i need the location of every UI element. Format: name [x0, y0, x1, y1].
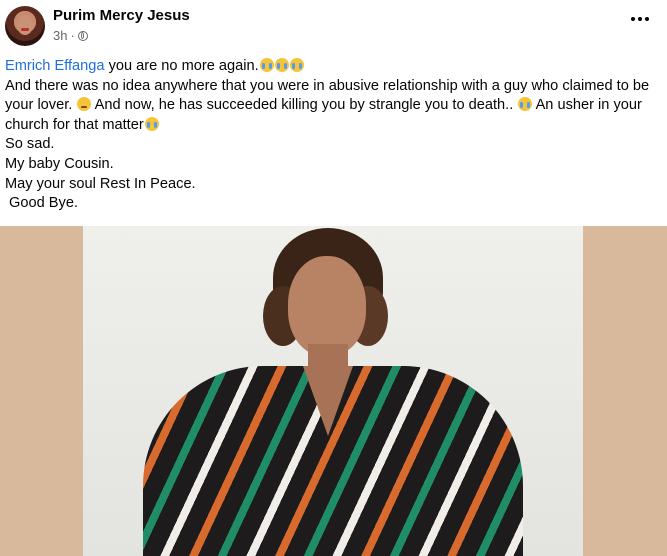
crying-face-emoji	[274, 58, 289, 72]
facebook-post: Purim Mercy Jesus 3h · Emrich Effanga yo…	[0, 0, 667, 556]
post-line-2: And there was no idea anywhere that you …	[5, 77, 660, 136]
post-photo-frame[interactable]	[0, 226, 667, 556]
crying-face-emoji	[518, 97, 533, 112]
avatar-face	[17, 15, 33, 35]
disappointed-face-emoji	[77, 97, 92, 112]
post-line-1: Emrich Effanga you are no more again.	[5, 57, 660, 77]
post-line-6: Good Bye.	[5, 195, 79, 212]
photo-face	[288, 256, 366, 356]
line1-text: you are no more again.	[104, 58, 259, 74]
post-line-5: May your soul Rest In Peace.	[5, 175, 196, 192]
meta-separator: ·	[70, 28, 75, 43]
globe-icon[interactable]	[77, 30, 88, 41]
post-line-3: So sad.	[5, 136, 55, 153]
post-line-4: My baby Cousin.	[5, 155, 114, 172]
crying-face-emoji	[259, 58, 274, 72]
post-time[interactable]: 3h	[53, 28, 67, 43]
post-text: Emrich Effanga you are no more again. An…	[5, 57, 660, 214]
post-header: Purim Mercy Jesus 3h ·	[0, 0, 667, 52]
photo-vneck	[303, 366, 353, 436]
post-meta: 3h ·	[53, 28, 88, 43]
avatar-lips	[21, 28, 29, 31]
more-options-icon[interactable]	[631, 12, 653, 26]
author-name[interactable]: Purim Mercy Jesus	[53, 7, 190, 24]
crying-face-emoji	[144, 116, 159, 131]
post-photo[interactable]	[83, 226, 583, 556]
author-avatar[interactable]	[5, 6, 45, 46]
mention-link[interactable]: Emrich Effanga	[5, 58, 105, 74]
line2b-text: And now, he has succeeded killing you by…	[91, 97, 518, 114]
crying-face-emoji	[289, 58, 304, 72]
